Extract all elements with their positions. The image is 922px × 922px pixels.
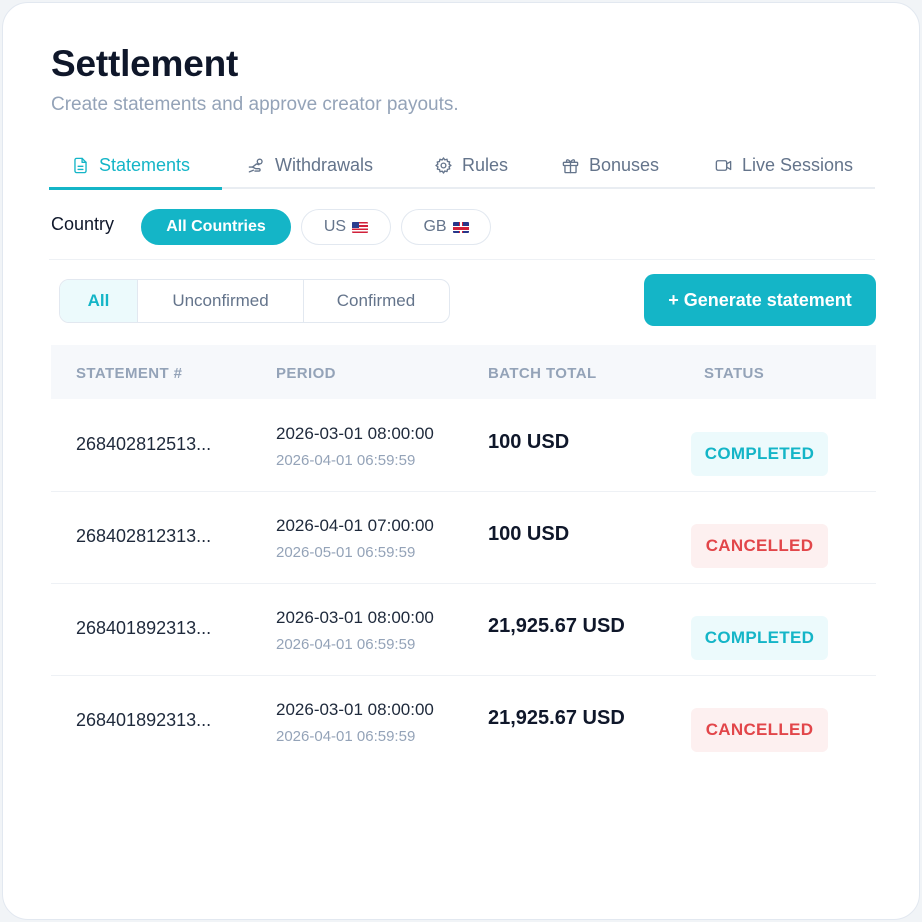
period-start: 2026-03-01 08:00:00	[276, 700, 434, 719]
status-badge: COMPLETED	[691, 616, 828, 660]
tab-bar: Statements Withdrawals Rules Bonuses Liv…	[49, 141, 875, 190]
batch-total: 21,925.67 USD	[488, 615, 625, 637]
us-flag-icon	[352, 221, 369, 233]
gift-icon	[562, 158, 579, 173]
tab-label: Statements	[99, 154, 191, 175]
chip-label: US	[323, 218, 347, 235]
tab-label: Withdrawals	[275, 154, 374, 175]
tab-bonuses[interactable]: Bonuses	[561, 141, 659, 189]
table-row[interactable]: 268401892313... 2026-03-01 08:00:00 2026…	[51, 676, 876, 768]
hand-coins-icon	[248, 157, 263, 173]
generate-statement-button[interactable]: + Generate statement	[644, 274, 876, 326]
period-start: 2026-03-01 08:00:00	[276, 608, 434, 627]
statement-id[interactable]: 268402812513...	[76, 434, 211, 455]
settlement-card: Settlement Create statements and approve…	[2, 2, 920, 920]
column-header-period[interactable]: PERIOD	[276, 365, 336, 382]
status-filter-confirmed[interactable]: Confirmed	[304, 280, 448, 322]
country-chip-all[interactable]: All Countries	[141, 209, 291, 245]
batch-total: 21,925.67 USD	[488, 707, 625, 729]
period-end: 2026-04-01 06:59:59	[276, 728, 416, 745]
section-divider	[49, 259, 875, 260]
status-badge: CANCELLED	[691, 524, 828, 568]
tab-live-sessions[interactable]: Live Sessions	[714, 141, 853, 189]
tab-label: Bonuses	[589, 154, 660, 175]
country-chip-gb[interactable]: GB	[401, 209, 491, 245]
country-filter-label: Country	[51, 214, 115, 234]
tab-label: Live Sessions	[742, 154, 854, 175]
table-row[interactable]: 268402812313... 2026-04-01 07:00:00 2026…	[51, 492, 876, 584]
period-end: 2026-04-01 06:59:59	[276, 636, 416, 653]
period-start: 2026-03-01 08:00:00	[276, 424, 434, 443]
status-filter-all[interactable]: All	[60, 280, 138, 322]
gb-flag-icon	[452, 221, 469, 233]
chip-label: All Countries	[166, 218, 266, 235]
video-icon	[715, 159, 732, 171]
column-header-batch-total[interactable]: BATCH TOTAL	[488, 365, 597, 382]
batch-total: 100 USD	[488, 431, 570, 453]
status-badge: CANCELLED	[691, 708, 828, 752]
active-tab-indicator	[49, 187, 222, 190]
document-icon	[74, 157, 87, 173]
page-title: Settlement	[51, 43, 239, 84]
table-row[interactable]: 268401892313... 2026-03-01 08:00:00 2026…	[51, 584, 876, 676]
tab-statements[interactable]: Statements	[71, 141, 190, 189]
gear-icon	[435, 156, 452, 174]
period-start: 2026-04-01 07:00:00	[276, 516, 434, 535]
status-segmented-control: All Unconfirmed Confirmed	[59, 279, 450, 323]
table-row[interactable]: 268402812513... 2026-03-01 08:00:00 2026…	[51, 400, 876, 492]
table-header: STATEMENT # PERIOD BATCH TOTAL STATUS	[51, 345, 876, 399]
tab-label: Rules	[462, 154, 509, 175]
column-header-status[interactable]: STATUS	[704, 365, 764, 382]
status-filter-unconfirmed[interactable]: Unconfirmed	[138, 280, 304, 322]
page-subtitle: Create statements and approve creator pa…	[51, 94, 459, 115]
chip-label: GB	[423, 218, 447, 235]
statement-id[interactable]: 268401892313...	[76, 710, 211, 731]
statement-id[interactable]: 268402812313...	[76, 526, 211, 547]
period-end: 2026-04-01 06:59:59	[276, 452, 416, 469]
period-end: 2026-05-01 06:59:59	[276, 544, 416, 561]
statement-id[interactable]: 268401892313...	[76, 618, 211, 639]
column-header-statement[interactable]: STATEMENT #	[76, 365, 182, 382]
country-chip-us[interactable]: US	[301, 209, 391, 245]
tab-rules[interactable]: Rules	[434, 141, 508, 189]
batch-total: 100 USD	[488, 523, 570, 545]
tab-withdrawals[interactable]: Withdrawals	[247, 141, 373, 189]
status-badge: COMPLETED	[691, 432, 828, 476]
